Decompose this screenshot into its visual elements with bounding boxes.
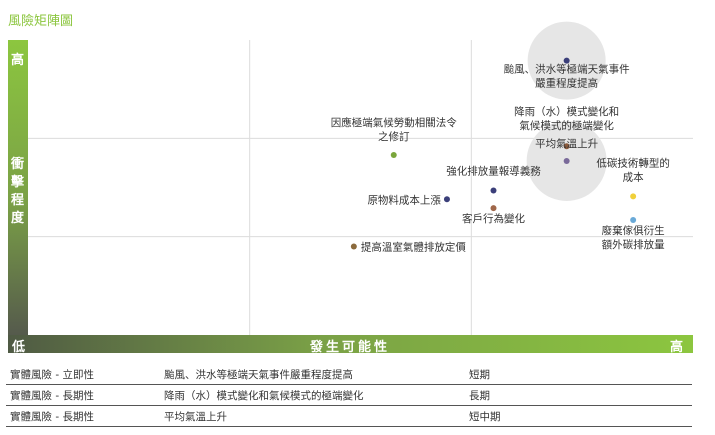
data-point-label: 低碳技術轉型的 bbox=[596, 156, 670, 169]
data-point bbox=[563, 157, 570, 164]
data-point-label: 因應極端氣候勞動相關法令 bbox=[331, 116, 457, 129]
risk-type-cell: 實體風險 - 長期性 bbox=[6, 405, 160, 427]
data-point-label: 額外碳排放量 bbox=[602, 238, 665, 251]
data-point-label: 強化排放量報導義務 bbox=[446, 164, 541, 177]
data-point bbox=[630, 216, 637, 223]
data-point bbox=[350, 243, 357, 250]
risk-type-cell: 實體風險 - 長期性 bbox=[6, 384, 160, 406]
data-point-label: 提高溫室氣體排放定價 bbox=[361, 241, 466, 254]
risk-description-cell: 降雨（水）模式變化和氣候模式的極端變化 bbox=[160, 384, 465, 406]
risk-table: 實體風險 - 立即性 颱風、洪水等極端天氣事件嚴重程度提高 短期 實體風險 - 長期性… bbox=[6, 364, 692, 427]
data-point-label: 廢棄傢俱衍生 bbox=[602, 224, 665, 237]
data-point-label: 客戶行為變化 bbox=[462, 212, 525, 225]
risk-term-cell: 長期 bbox=[465, 384, 692, 406]
risk-term-cell: 短期 bbox=[465, 364, 692, 385]
data-point-label: 平均氣溫上升 bbox=[535, 137, 598, 150]
data-point-label: 嚴重程度提高 bbox=[535, 77, 598, 90]
data-point-label: 原物料成本上漲 bbox=[367, 193, 441, 206]
table-row: 實體風險 - 立即性 颱風、洪水等極端天氣事件嚴重程度提高 短期 bbox=[6, 364, 692, 385]
data-point-label: 之修訂 bbox=[378, 130, 410, 143]
data-point-label: 成本 bbox=[623, 170, 644, 183]
data-point-label: 降雨（水）模式變化和 bbox=[514, 105, 619, 118]
risk-term-cell: 短中期 bbox=[465, 405, 692, 427]
data-point bbox=[490, 205, 497, 212]
risk-matrix-plot: 颱風、洪水等極端天氣事件嚴重程度提高降雨（水）模式變化和氣候模式的極端變化平均氣… bbox=[28, 21, 693, 335]
table-row: 實體風險 - 長期性 降雨（水）模式變化和氣候模式的極端變化 長期 bbox=[6, 384, 692, 406]
data-point-label: 颱風、洪水等極端天氣事件 bbox=[504, 63, 630, 76]
risk-type-cell: 實體風險 - 立即性 bbox=[6, 364, 160, 385]
data-point bbox=[630, 193, 637, 200]
data-point bbox=[490, 187, 497, 194]
data-point bbox=[443, 196, 450, 203]
table-row: 實體風險 - 長期性 平均氣溫上升 短中期 bbox=[6, 405, 692, 427]
data-point bbox=[390, 152, 397, 159]
risk-description-cell: 平均氣溫上升 bbox=[160, 405, 465, 427]
risk-description-cell: 颱風、洪水等極端天氣事件嚴重程度提高 bbox=[160, 364, 465, 385]
data-point-label: 氣候模式的極端變化 bbox=[519, 119, 614, 132]
